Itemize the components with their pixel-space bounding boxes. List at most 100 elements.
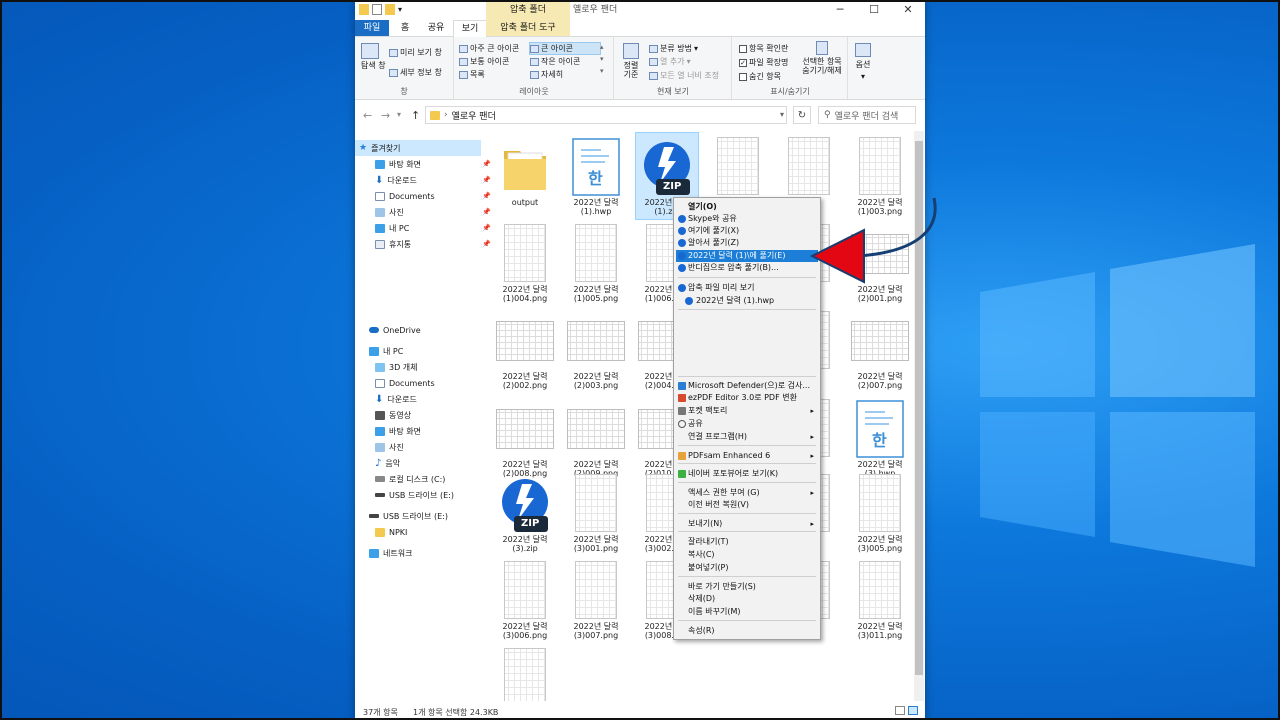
nav-usb-drive[interactable]: USB 드라이브 (E:): [355, 508, 491, 524]
tab-view[interactable]: 보기: [453, 20, 487, 37]
file-item[interactable]: 2022년 달력 (3)005.png: [849, 470, 911, 556]
nav-network[interactable]: 네트워크: [355, 545, 491, 561]
tab-compressed-folder-tools[interactable]: 압축 폴더 도구: [486, 20, 570, 36]
context-menu-item[interactable]: 보내기(N) ▸: [676, 518, 818, 530]
forward-arrow-icon[interactable]: →: [381, 109, 390, 122]
item-checkboxes-toggle[interactable]: 항목 확인란: [739, 43, 788, 54]
nav-pc-pictures[interactable]: 사진: [355, 439, 497, 455]
fit-columns-button[interactable]: 모든 열 너비 조정: [649, 70, 719, 81]
nav-music[interactable]: ♪ 음악: [355, 455, 497, 471]
context-menu-item[interactable]: 여기에 풀기(X): [676, 225, 818, 237]
context-menu-item[interactable]: 2022년 달력 (1).hwp: [676, 295, 818, 307]
context-menu-item[interactable]: 잘라내기(T): [676, 536, 818, 548]
context-menu-item[interactable]: 액세스 권한 부여 (G) ▸: [676, 487, 818, 499]
layout-small[interactable]: 작은 아이콘: [530, 56, 580, 67]
address-dropdown-icon[interactable]: ▾: [774, 106, 790, 124]
context-menu-item[interactable]: 압축 파일 미리 보기: [676, 282, 818, 294]
file-item[interactable]: [494, 644, 556, 701]
hidden-items-toggle[interactable]: 숨긴 항목: [739, 71, 781, 82]
context-menu-item[interactable]: ezPDF Editor 3.0로 PDF 변환: [676, 392, 818, 404]
nav-onedrive[interactable]: OneDrive: [355, 322, 491, 338]
preview-pane-button[interactable]: 미리 보기 창: [389, 47, 442, 58]
file-item[interactable]: 한 2022년 달력 (1).hwp: [565, 133, 627, 219]
context-menu-item[interactable]: PDFsam Enhanced 6 ▸: [676, 450, 818, 462]
file-item[interactable]: 한2022년 달력 (3).hwp: [849, 395, 911, 481]
nav-this-pc-quick[interactable]: 내 PC 📌: [355, 220, 497, 236]
file-item[interactable]: 2022년 달력 (2)009.png: [565, 395, 627, 481]
file-item[interactable]: 2022년 달력 (1)004.png: [494, 220, 556, 306]
hide-selected-button[interactable]: 선택한 항목 숨기기/해제: [799, 41, 845, 75]
add-columns-button[interactable]: 열 추가 ▾: [649, 56, 691, 67]
minimize-button[interactable]: ─: [823, 0, 857, 20]
context-menu-item[interactable]: 이름 바꾸기(M): [676, 606, 818, 618]
context-menu-item[interactable]: 삭제(D): [676, 593, 818, 605]
nav-desktop[interactable]: 바탕 화면 📌: [355, 156, 497, 172]
breadcrumb[interactable]: 옐로우 팬더: [452, 109, 496, 122]
file-item[interactable]: 2022년 달력 (3)007.png: [565, 557, 627, 643]
context-menu-item[interactable]: Microsoft Defender(으)로 검사...: [676, 380, 818, 392]
file-item[interactable]: 2022년 달력 (1)005.png: [565, 220, 627, 306]
layout-list[interactable]: 목록: [459, 69, 485, 80]
file-item[interactable]: 2022년 달력 (2)008.png: [494, 395, 556, 481]
nav-recycle-bin[interactable]: 휴지통 📌: [355, 236, 497, 252]
address-input[interactable]: › 옐로우 팬더: [425, 106, 787, 124]
group-by-button[interactable]: 분류 방법 ▾: [649, 43, 698, 54]
nav-this-pc[interactable]: 내 PC: [355, 343, 491, 359]
file-item[interactable]: output: [494, 133, 556, 219]
context-menu-item[interactable]: 열기(O): [676, 201, 818, 213]
nav-quick-access[interactable]: ★ 즐겨찾기: [355, 140, 481, 156]
tab-home[interactable]: 홈: [393, 20, 417, 36]
file-extensions-toggle[interactable]: ✓ 파일 확장명: [739, 57, 788, 68]
file-item[interactable]: 2022년 달력 (2)003.png: [565, 307, 627, 393]
context-menu-item[interactable]: 포켓 팩토리 ▸: [676, 405, 818, 417]
tab-share[interactable]: 공유: [421, 20, 451, 36]
search-input[interactable]: ⚲ 옐로우 팬더 검색: [818, 106, 916, 124]
layout-medium[interactable]: 보통 아이콘: [459, 56, 509, 67]
context-menu-item[interactable]: 이전 버전 복원(V): [676, 499, 818, 511]
context-menu-item[interactable]: Skype와 공유: [676, 213, 818, 225]
nav-3d-objects[interactable]: 3D 개체: [355, 359, 497, 375]
context-menu-item[interactable]: 알아서 풀기(Z): [676, 237, 818, 249]
nav-pane-button[interactable]: 탐색 창: [361, 43, 387, 70]
tab-file[interactable]: 파일: [355, 20, 389, 36]
nav-downloads[interactable]: ⬇ 다운로드 📌: [355, 172, 497, 188]
nav-npki[interactable]: NPKI: [355, 524, 497, 540]
layout-extra-large[interactable]: 아주 큰 아이콘: [459, 43, 519, 54]
details-view-icon[interactable]: [895, 706, 905, 715]
nav-pictures[interactable]: 사진 📌: [355, 204, 497, 220]
context-menu-item[interactable]: 복사(C): [676, 549, 818, 561]
new-folder-icon[interactable]: [385, 4, 395, 15]
layout-details[interactable]: 자세히: [530, 69, 563, 80]
nav-documents[interactable]: Documents 📌: [355, 188, 497, 204]
options-button[interactable]: 옵션 ▾: [855, 43, 871, 81]
nav-usb-drive-pc[interactable]: USB 드라이브 (E:): [355, 487, 497, 503]
nav-local-disk[interactable]: 로컬 디스크 (C:): [355, 471, 497, 487]
close-button[interactable]: ✕: [891, 0, 925, 20]
context-menu-item[interactable]: 속성(R): [676, 625, 818, 637]
up-arrow-icon[interactable]: ↑: [411, 109, 420, 122]
large-icons-view-icon[interactable]: [908, 706, 918, 715]
nav-pc-downloads[interactable]: ⬇ 다운로드: [355, 391, 497, 407]
layout-scroll[interactable]: ▴ ▾ ▾: [600, 43, 604, 75]
context-menu-item[interactable]: 네이버 포토뷰어로 보기(K): [676, 468, 818, 480]
file-item[interactable]: ZIP 2022년 달력 (3).zip: [494, 470, 556, 556]
file-item[interactable]: 2022년 달력 (3)001.png: [565, 470, 627, 556]
details-pane-button[interactable]: 세부 정보 창: [389, 67, 442, 78]
nav-pc-documents[interactable]: Documents: [355, 375, 497, 391]
refresh-icon[interactable]: ↻: [793, 106, 811, 124]
recent-locations-icon[interactable]: ▾: [397, 110, 401, 119]
back-arrow-icon[interactable]: ←: [363, 109, 372, 122]
context-menu-item[interactable]: 반디집으로 압축 풀기(B)...: [676, 262, 818, 274]
nav-pc-desktop[interactable]: 바탕 화면: [355, 423, 497, 439]
file-item[interactable]: 2022년 달력 (2)007.png: [849, 307, 911, 393]
file-item[interactable]: 2022년 달력 (2)002.png: [494, 307, 556, 393]
file-item[interactable]: 2022년 달력 (3)006.png: [494, 557, 556, 643]
maximize-button[interactable]: ☐: [857, 0, 891, 20]
context-menu-item[interactable]: 붙여넣기(P): [676, 562, 818, 574]
nav-videos[interactable]: 동영상: [355, 407, 497, 423]
context-menu-item[interactable]: 연결 프로그램(H) ▸: [676, 431, 818, 443]
file-item[interactable]: 2022년 달력 (3)011.png: [849, 557, 911, 643]
layout-large[interactable]: 큰 아이콘: [529, 42, 601, 55]
sort-by-button[interactable]: 정렬 기준: [623, 43, 639, 79]
properties-icon[interactable]: [372, 4, 382, 15]
